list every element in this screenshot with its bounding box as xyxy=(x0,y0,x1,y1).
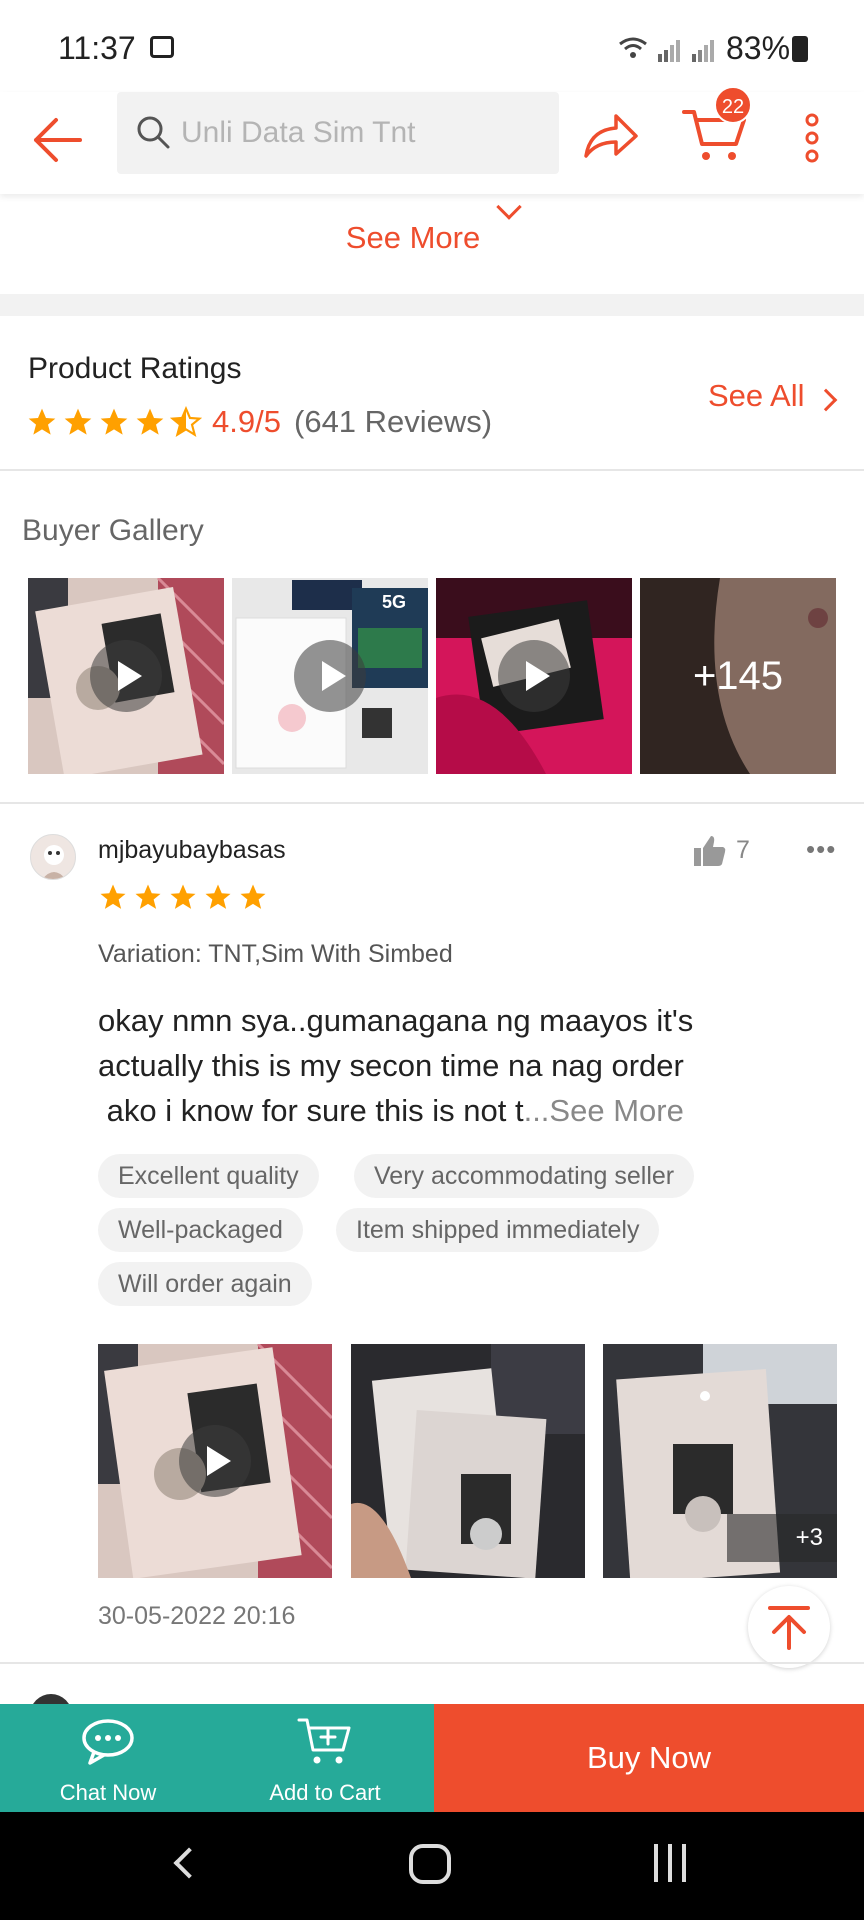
buy-now-button[interactable]: Buy Now xyxy=(434,1704,864,1812)
review-tag: Excellent quality xyxy=(98,1154,319,1198)
star-icon xyxy=(28,408,56,435)
back-arrow-icon[interactable] xyxy=(30,112,84,168)
buyer-gallery-title: Buyer Gallery xyxy=(22,514,204,547)
scroll-to-top-button[interactable] xyxy=(748,1586,830,1668)
nav-recent-apps-icon[interactable] xyxy=(652,1844,688,1882)
signal-icon-1 xyxy=(658,40,680,62)
play-icon xyxy=(179,1425,251,1497)
signal-icon-2 xyxy=(692,40,714,62)
more-options-icon[interactable] xyxy=(800,112,824,164)
star-icon xyxy=(240,884,266,909)
status-time: 11:37 xyxy=(58,30,136,66)
star-icon xyxy=(100,884,126,909)
star-icon xyxy=(64,408,92,435)
star-icon xyxy=(100,408,128,435)
bottom-action-bar: Chat Now Add to Cart Buy Now xyxy=(0,1704,864,1812)
chat-now-button[interactable]: Chat Now xyxy=(0,1704,216,1812)
review-line-2: actually this is my secon time na nag or… xyxy=(98,1048,684,1083)
review-photo-keyboard xyxy=(351,1344,585,1578)
extra-photos-count: +3 xyxy=(727,1514,837,1562)
search-icon xyxy=(137,116,170,149)
star-icon xyxy=(170,884,196,909)
half-star-icon xyxy=(170,406,202,437)
divider xyxy=(0,469,864,471)
divider xyxy=(0,802,864,804)
review-text: okay nmn sya..gumanagana ng maayos it's … xyxy=(98,998,778,1133)
review-tag: Item shipped immediately xyxy=(336,1208,660,1252)
gallery-video-thumb-2[interactable]: 5G xyxy=(232,578,428,774)
review-stars xyxy=(98,882,273,912)
review-count: (641 Reviews) xyxy=(294,404,493,439)
divider xyxy=(0,1662,864,1664)
wifi-icon xyxy=(619,37,647,58)
arrow-up-icon xyxy=(768,1606,810,1650)
add-to-cart-label: Add to Cart xyxy=(269,1780,381,1805)
review-options-icon[interactable]: ••• xyxy=(806,834,836,865)
cart-count-badge: 22 xyxy=(714,86,752,124)
review-date: 30-05-2022 20:16 xyxy=(98,1602,296,1630)
review-line-3: ako i know for sure this is not t...See … xyxy=(98,1088,778,1133)
chat-icon xyxy=(82,1719,134,1765)
see-more-details-button[interactable]: See More xyxy=(0,194,864,294)
ratings-title: Product Ratings xyxy=(28,352,242,385)
play-icon xyxy=(294,640,366,712)
gallery-video-thumb-1[interactable] xyxy=(28,578,224,774)
chat-now-label: Chat Now xyxy=(59,1780,157,1805)
add-to-cart-button[interactable]: Add to Cart xyxy=(216,1704,434,1812)
rating-score: 4.9/5 xyxy=(212,404,281,439)
review-tag: Will order again xyxy=(98,1262,312,1306)
section-divider xyxy=(0,294,864,316)
nav-home-icon[interactable] xyxy=(409,1844,451,1884)
review-variation: Variation: TNT,Sim With Simbed xyxy=(98,940,453,968)
see-more-label: See More xyxy=(345,220,481,255)
reviewer-avatar[interactable] xyxy=(30,834,76,880)
review-see-more-link[interactable]: ...See More xyxy=(524,1093,684,1128)
review-media-3[interactable]: +3 xyxy=(603,1344,837,1578)
search-bar[interactable]: Unli Data Sim Tnt xyxy=(117,92,559,174)
nav-back-icon[interactable] xyxy=(173,1847,205,1879)
play-icon xyxy=(498,640,570,712)
see-all-ratings-link[interactable]: See All xyxy=(708,378,805,414)
like-count: 7 xyxy=(736,836,750,864)
review-line-3-text: ako i know for sure this is not t xyxy=(98,1093,524,1128)
status-bar: 11:37 83% xyxy=(0,0,864,92)
system-navigation-bar xyxy=(0,1812,864,1920)
chevron-right-icon xyxy=(814,388,838,412)
gallery-video-thumb-3[interactable] xyxy=(436,578,632,774)
battery-icon xyxy=(792,36,808,62)
thumbs-up-icon[interactable] xyxy=(692,834,728,868)
star-icon xyxy=(205,884,231,909)
top-header: Unli Data Sim Tnt 22 xyxy=(0,86,864,194)
play-icon xyxy=(90,640,162,712)
more-photos-count: +145 xyxy=(640,578,836,774)
star-icon xyxy=(135,884,161,909)
chevron-down-icon xyxy=(496,194,522,220)
review-tag: Very accommodating seller xyxy=(354,1154,695,1198)
search-placeholder: Unli Data Sim Tnt xyxy=(181,116,416,149)
gallery-notification-icon xyxy=(150,36,174,58)
add-to-cart-icon xyxy=(297,1718,351,1764)
star-icon xyxy=(136,408,164,435)
rating-stars xyxy=(26,404,206,440)
avatar-image xyxy=(31,835,75,879)
reviewer-username[interactable]: mjbayubaybasas xyxy=(98,836,286,865)
review-line-1: okay nmn sya..gumanagana ng maayos it's xyxy=(98,1003,694,1038)
share-icon[interactable] xyxy=(582,112,640,162)
review-media-2[interactable] xyxy=(351,1344,585,1578)
svg-text:5G: 5G xyxy=(382,592,406,612)
review-media-1[interactable] xyxy=(98,1344,332,1578)
battery-level: 83% xyxy=(726,30,791,66)
gallery-more-thumb[interactable]: +145 xyxy=(640,578,836,774)
review-tag: Well-packaged xyxy=(98,1208,303,1252)
